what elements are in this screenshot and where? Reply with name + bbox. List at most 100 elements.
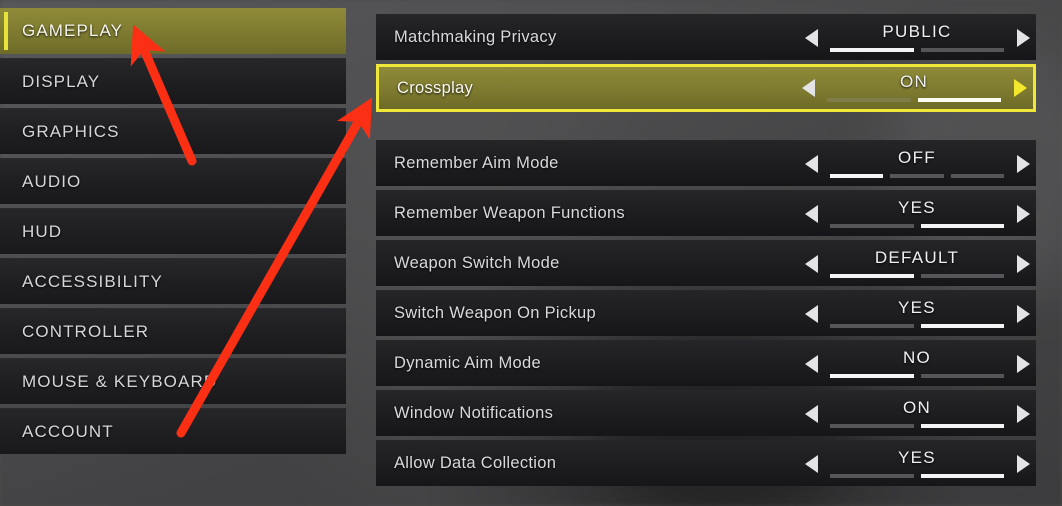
right-arrow-icon[interactable] [1010,15,1036,61]
setting-segment-indicator [827,98,1001,102]
right-arrow-icon[interactable] [1010,341,1036,387]
active-accent-bar [4,12,8,50]
right-arrow-icon[interactable] [1010,441,1036,487]
segment [920,223,1004,228]
segment [830,47,914,52]
sidebar-item-audio[interactable]: AUDIO [0,158,346,204]
setting-label: Matchmaking Privacy [394,28,557,46]
segment [920,273,1004,278]
setting-value: ON [902,397,932,417]
segment [830,273,914,278]
sidebar-item-label: HUD [22,221,63,241]
setting-label: Crossplay [397,78,474,97]
setting-label: Allow Data Collection [394,454,557,472]
settings-category-sidebar: GAMEPLAY DISPLAY GRAPHICS AUDIO HUD ACCESSIBI… [0,8,346,460]
right-arrow-icon[interactable] [1010,241,1036,287]
segment [827,98,911,102]
segment [950,173,1004,178]
right-arrow-icon[interactable] [1007,65,1033,111]
setting-row-remember-weapon-functions[interactable]: Remember Weapon Functions YES [376,190,1036,236]
segment [920,47,1004,52]
setting-row-matchmaking-privacy[interactable]: Matchmaking Privacy PUBLIC [376,14,1036,60]
sidebar-item-label: DISPLAY [22,71,101,91]
sidebar-item-label: CONTROLLER [22,321,150,341]
sidebar-item-label: ACCOUNT [22,421,114,441]
setting-label: Switch Weapon On Pickup [394,304,596,322]
sidebar-item-label: GAMEPLAY [22,21,124,40]
setting-row-remember-aim-mode[interactable]: Remember Aim Mode OFF [376,140,1036,186]
sidebar-item-label: AUDIO [22,171,82,191]
setting-segment-indicator [830,473,1004,478]
left-arrow-icon[interactable] [798,15,824,61]
sidebar-item-hud[interactable]: HUD [0,208,346,254]
setting-value-block: PUBLIC [824,15,1010,61]
setting-value-block: YES [824,441,1010,487]
segment [920,473,1004,478]
right-arrow-icon[interactable] [1010,191,1036,237]
setting-label: Dynamic Aim Mode [394,354,541,372]
setting-value-block: OFF [824,141,1010,187]
setting-value-block: YES [824,291,1010,337]
setting-row-allow-data-collection[interactable]: Allow Data Collection YES [376,440,1036,486]
setting-row-switch-weapon-on-pickup[interactable]: Switch Weapon On Pickup YES [376,290,1036,336]
sidebar-item-gameplay[interactable]: GAMEPLAY [0,8,346,54]
segment [830,323,914,328]
segment [917,98,1001,102]
segment [830,223,914,228]
setting-label: Weapon Switch Mode [394,254,560,272]
setting-row-dynamic-aim-mode[interactable]: Dynamic Aim Mode NO [376,340,1036,386]
segment [830,423,914,428]
sidebar-item-account[interactable]: ACCOUNT [0,408,346,454]
segment [920,423,1004,428]
left-arrow-icon[interactable] [798,191,824,237]
setting-value: PUBLIC [882,21,952,41]
setting-row-crossplay[interactable]: Crossplay ON [376,64,1036,112]
segment [920,323,1004,328]
sidebar-item-accessibility[interactable]: ACCESSIBILITY [0,258,346,304]
left-arrow-icon[interactable] [798,341,824,387]
setting-value-block: NO [824,341,1010,387]
setting-value-block: DEFAULT [824,241,1010,287]
setting-label: Window Notifications [394,404,554,422]
right-arrow-icon[interactable] [1010,291,1036,337]
left-arrow-icon[interactable] [795,65,821,111]
setting-value: YES [898,297,936,317]
sidebar-item-controller[interactable]: CONTROLLER [0,308,346,354]
segment [920,373,1004,378]
sidebar-item-display[interactable]: DISPLAY [0,58,346,104]
setting-value: ON [899,72,929,91]
setting-row-weapon-switch-mode[interactable]: Weapon Switch Mode DEFAULT [376,240,1036,286]
left-arrow-icon[interactable] [798,241,824,287]
setting-segment-indicator [830,423,1004,428]
left-arrow-icon[interactable] [798,391,824,437]
segment [830,373,914,378]
segment [890,173,944,178]
sidebar-item-mouse-keyboard[interactable]: MOUSE & KEYBOARD [0,358,346,404]
setting-value-block: YES [824,191,1010,237]
setting-segment-indicator [830,323,1004,328]
game-settings-screen: GAMEPLAY DISPLAY GRAPHICS AUDIO HUD ACCESSIBI… [0,0,1062,506]
setting-segment-indicator [830,173,1004,178]
setting-value: DEFAULT [874,247,960,267]
sidebar-item-label: ACCESSIBILITY [22,271,163,291]
setting-segment-indicator [830,47,1004,52]
setting-value: OFF [898,147,936,167]
left-arrow-icon[interactable] [798,291,824,337]
setting-label: Remember Aim Mode [394,154,559,172]
setting-value-block: ON [824,391,1010,437]
sidebar-item-label: GRAPHICS [22,121,120,141]
left-arrow-icon[interactable] [798,441,824,487]
left-arrow-icon[interactable] [798,141,824,187]
setting-value: NO [902,347,932,367]
sidebar-item-graphics[interactable]: GRAPHICS [0,108,346,154]
setting-segment-indicator [830,273,1004,278]
setting-value-block: ON [821,65,1007,111]
segment [830,173,884,178]
sidebar-item-label: MOUSE & KEYBOARD [22,371,218,391]
setting-label: Remember Weapon Functions [394,204,625,222]
setting-value: YES [898,447,936,467]
right-arrow-icon[interactable] [1010,141,1036,187]
right-arrow-icon[interactable] [1010,391,1036,437]
setting-segment-indicator [830,373,1004,378]
setting-row-window-notifications[interactable]: Window Notifications ON [376,390,1036,436]
